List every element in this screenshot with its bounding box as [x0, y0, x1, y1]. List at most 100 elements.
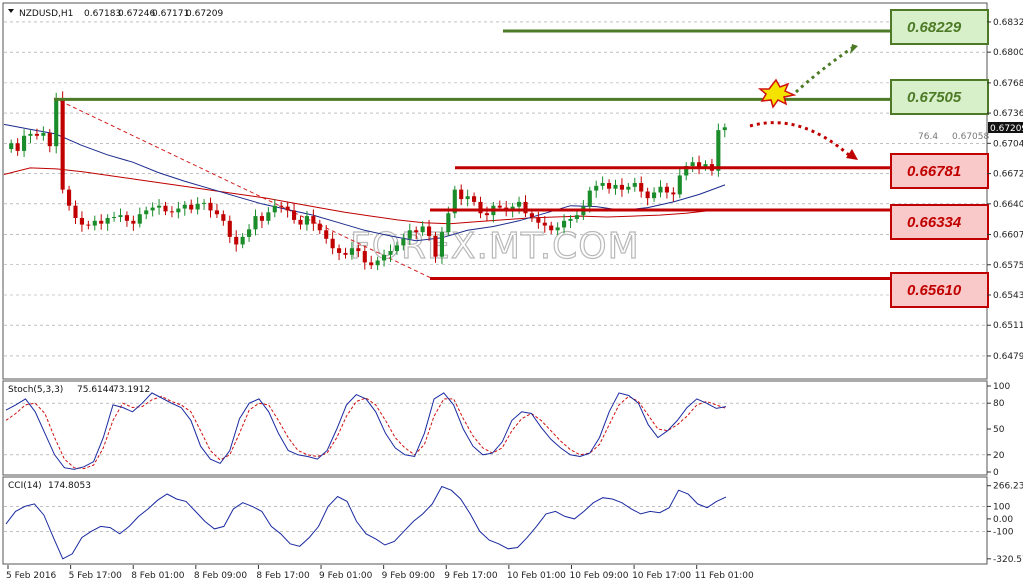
- stoch-k-value: 75.6144: [77, 385, 114, 395]
- candle-up: [652, 192, 657, 199]
- candle-up: [555, 227, 560, 231]
- price-tick-label: 0.67360: [993, 109, 1023, 119]
- candle-up: [375, 260, 380, 266]
- price-tick-label: 0.66720: [993, 170, 1023, 180]
- time-tick-label: 8 Feb 09:00: [194, 571, 248, 581]
- candle-down: [189, 204, 194, 210]
- candle-up: [150, 207, 155, 211]
- candle-down: [497, 205, 502, 208]
- candle-down: [298, 219, 303, 225]
- candle-down: [542, 222, 547, 226]
- price-tick-label: 0.68005: [993, 48, 1023, 58]
- stoch-d-value: 73.1912: [113, 385, 150, 395]
- ohlc-high: 0.67246: [118, 9, 155, 19]
- stoch-axis: 100 80 50 20 0: [987, 382, 1010, 478]
- candle-down: [639, 183, 644, 192]
- price-tick-label: 0.67680: [993, 79, 1023, 89]
- candle-up: [632, 183, 637, 187]
- candle-up: [574, 215, 579, 219]
- ohlc-close: 0.67209: [186, 9, 223, 19]
- candle-up: [22, 135, 27, 151]
- candle-down: [536, 217, 541, 223]
- candle-down: [317, 223, 322, 231]
- time-tick-label: 5 Feb 17:00: [69, 571, 123, 581]
- candle-up: [394, 245, 399, 252]
- symbol-title: NZDUSD,H1: [19, 9, 73, 19]
- cci-panel: [2, 476, 988, 565]
- candle-down: [285, 206, 290, 211]
- time-axis: 5 Feb 2016 5 Feb 17:00 8 Feb 01:00 8 Feb 09…: [6, 565, 754, 581]
- cci-tick-label: 266.237: [993, 482, 1023, 492]
- candle-down: [369, 262, 374, 266]
- candle-up: [247, 229, 252, 237]
- candle-down: [221, 214, 226, 221]
- candle-down: [697, 162, 702, 167]
- candle-down: [433, 235, 438, 257]
- candle-down: [292, 210, 297, 220]
- price-tick-label: 0.66075: [993, 231, 1023, 241]
- current-price-value: 0.67209: [990, 124, 1023, 134]
- stoch-panel: [2, 380, 988, 476]
- candle-up: [420, 226, 425, 233]
- candle-up: [677, 175, 682, 195]
- price-tick-label: 0.64790: [993, 352, 1023, 362]
- candle-up: [562, 220, 567, 228]
- candle-up: [266, 212, 271, 221]
- candle-up: [407, 230, 412, 239]
- candle-down: [47, 132, 52, 147]
- candle-up: [253, 216, 258, 230]
- candle-down: [414, 230, 419, 233]
- candle-down: [523, 201, 528, 214]
- candle-up: [176, 208, 181, 213]
- candle-up: [600, 183, 605, 186]
- candle-down: [99, 220, 104, 224]
- stoch-title: Stoch(5,3,3): [8, 385, 63, 395]
- nzdusd-chart: FOREX.MT.COM 0.68229 0.67505 0.66781 0.6633…: [0, 0, 1023, 586]
- cci-tick-label: 100: [993, 502, 1010, 512]
- time-tick-label: 8 Feb 01:00: [131, 571, 185, 581]
- time-tick-label: 10 Feb 09:00: [569, 571, 628, 581]
- chart-canvas: FOREX.MT.COM 0.68229 0.67505 0.66781 0.6633…: [2, 2, 1023, 581]
- candle-down: [234, 236, 239, 245]
- candle-up: [690, 162, 695, 167]
- candle-down: [79, 217, 84, 225]
- level-label: 0.66334: [907, 214, 962, 231]
- candle-up: [568, 218, 573, 221]
- stoch-tick-label: 100: [993, 382, 1010, 392]
- candle-down: [227, 220, 232, 237]
- ohlc-open: 0.67183: [84, 9, 121, 19]
- time-tick-label: 11 Feb 01:00: [695, 571, 754, 581]
- candle-down: [427, 226, 432, 236]
- level-label: 0.67505: [907, 89, 962, 106]
- candle-up: [349, 248, 354, 255]
- candle-up: [446, 213, 451, 233]
- candle-down: [549, 225, 554, 231]
- cci-axis: 266.237 100 0.00 -100 -320.579: [987, 482, 1023, 565]
- price-tick-label: 0.68325: [993, 18, 1023, 28]
- candle-down: [645, 191, 650, 199]
- watermark-text: FOREX.MT.COM: [350, 226, 640, 267]
- candle-up: [587, 190, 592, 207]
- time-tick-label: 10 Feb 17:00: [632, 571, 691, 581]
- candle-down: [619, 184, 624, 190]
- candle-up: [272, 205, 277, 213]
- candle-up: [240, 236, 245, 245]
- candle-up: [28, 133, 33, 136]
- candle-up: [54, 97, 59, 147]
- candle-up: [626, 186, 631, 190]
- cci-title: CCI(14): [8, 481, 42, 491]
- candle-down: [214, 210, 219, 215]
- candle-up: [465, 196, 470, 200]
- price-panel: [2, 2, 988, 380]
- stoch-tick-label: 20: [993, 451, 1005, 461]
- price-tick-label: 0.65115: [993, 321, 1023, 331]
- time-tick-label: 9 Feb 09:00: [382, 571, 436, 581]
- level-label: 0.68229: [907, 19, 962, 36]
- cci-value: 174.8053: [48, 481, 91, 491]
- candle-up: [92, 220, 97, 226]
- candle-down: [259, 216, 264, 221]
- price-tick-label: 0.65435: [993, 291, 1023, 301]
- candle-down: [478, 201, 483, 214]
- candle-down: [330, 238, 335, 249]
- stoch-tick-label: 0: [993, 468, 999, 478]
